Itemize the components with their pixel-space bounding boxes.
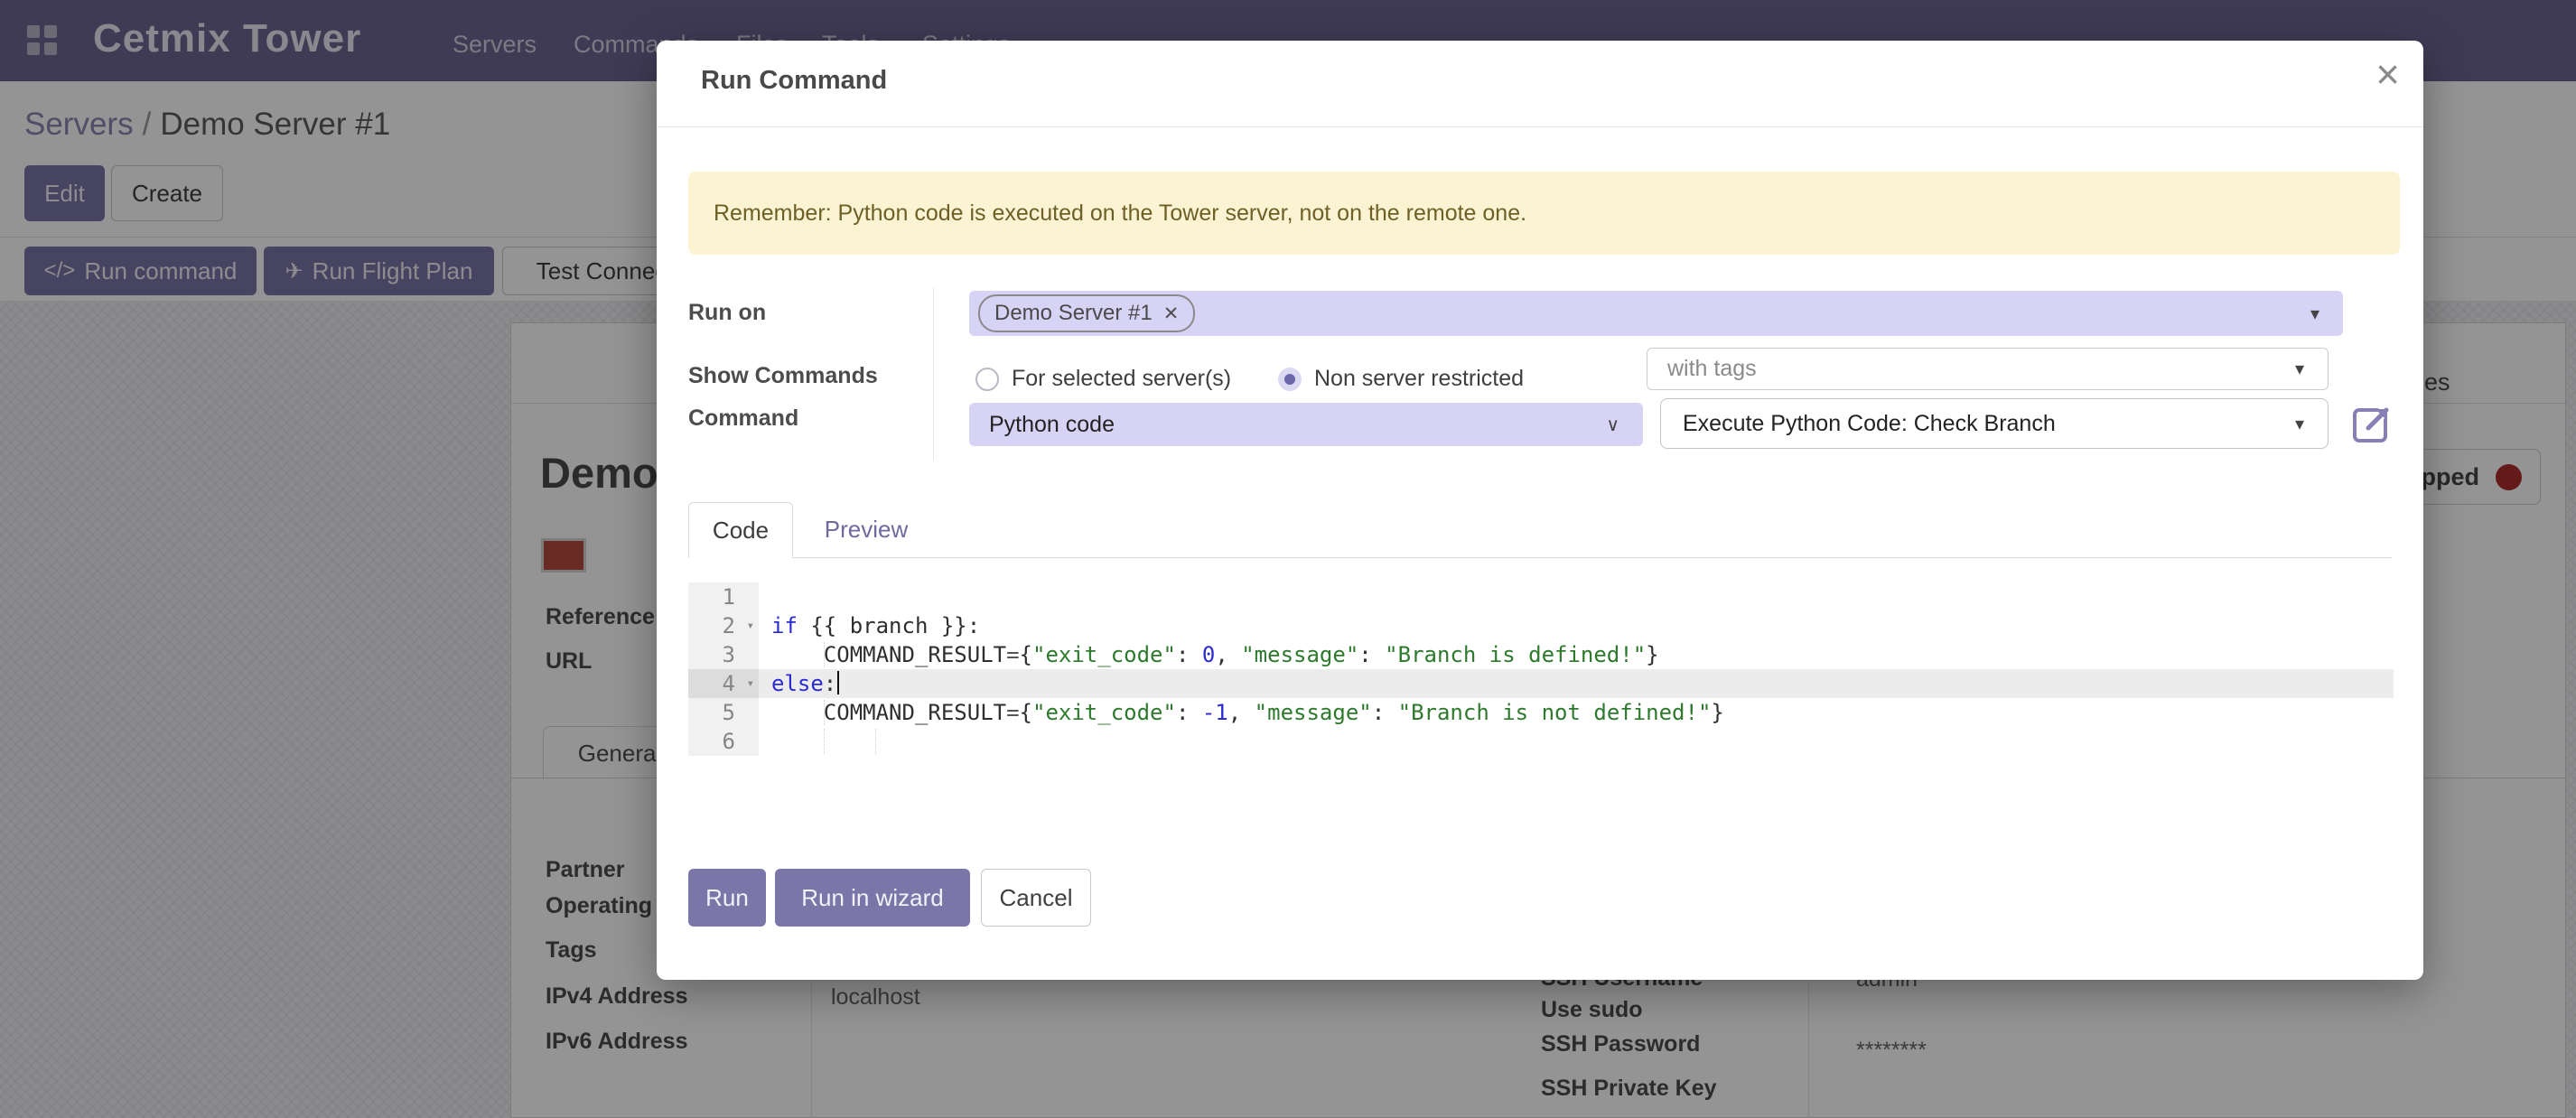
radio-option-non-server-restricted[interactable]: Non server restricted	[1278, 366, 1524, 392]
editor-line: 5 COMMAND_RESULT={"exit_code": -1, "mess…	[688, 698, 2394, 727]
text-cursor	[837, 671, 839, 694]
editor-code-line: COMMAND_RESULT={"exit_code": 0, "message…	[759, 640, 2394, 669]
warning-text: Remember: Python code is executed on the…	[714, 200, 1526, 227]
show-commands-label: Show Commands	[688, 363, 878, 389]
fold-caret-icon[interactable]: ▾	[747, 611, 754, 640]
editor-line-number: 2▾	[688, 611, 759, 640]
editor-line: 2▾if {{ branch }}:	[688, 611, 2394, 640]
cancel-button[interactable]: Cancel	[981, 869, 1091, 927]
radio-option-selected-servers[interactable]: For selected server(s)	[975, 366, 1231, 392]
run-on-label: Run on	[688, 300, 766, 326]
radio-icon[interactable]	[1278, 368, 1302, 391]
tag-remove-icon[interactable]: ✕	[1163, 303, 1180, 325]
indent-guide	[875, 729, 876, 754]
run-button[interactable]: Run	[688, 869, 766, 927]
editor-code-line: else:	[759, 669, 2394, 698]
editor-code-line: COMMAND_RESULT={"exit_code": -1, "messag…	[759, 698, 2394, 727]
editor-line-number: 3	[688, 640, 759, 669]
command-type-value: Python code	[989, 412, 1115, 438]
editor-code-line	[759, 727, 2394, 756]
command-type-select[interactable]: Python code ∨	[969, 403, 1643, 446]
close-icon[interactable]: ×	[2375, 53, 2400, 95]
modal-title: Run Command	[701, 66, 887, 96]
server-tag-label: Demo Server #1	[994, 301, 1153, 326]
command-label: Command	[688, 405, 798, 432]
radio-label[interactable]: For selected server(s)	[1012, 366, 1231, 392]
chevron-down-icon: ▾	[2295, 358, 2304, 380]
command-reference-select[interactable]: Execute Python Code: Check Branch ▾	[1660, 398, 2329, 449]
warning-banner: Remember: Python code is executed on the…	[688, 172, 2400, 255]
form-column-separator	[933, 287, 934, 461]
modal-header-divider	[657, 126, 2423, 127]
radio-icon[interactable]	[975, 368, 999, 391]
editor-line: 1	[688, 582, 2394, 611]
run-command-modal: Run Command × Remember: Python code is e…	[657, 41, 2423, 980]
run-in-wizard-button[interactable]: Run in wizard	[775, 869, 970, 927]
chevron-down-icon: ▾	[2295, 413, 2304, 435]
with-tags-placeholder: with tags	[1667, 356, 1757, 382]
chevron-down-icon: ∨	[1606, 414, 1619, 436]
editor-code-line	[759, 582, 2394, 611]
chevron-down-icon: ▾	[2310, 303, 2319, 325]
editor-line-number: 5	[688, 698, 759, 727]
with-tags-select[interactable]: with tags ▾	[1647, 348, 2329, 390]
editor-line-number: 1	[688, 582, 759, 611]
editor-line-number: 4▾	[688, 669, 759, 698]
run-on-select[interactable]: Demo Server #1 ✕ ▾	[969, 291, 2343, 336]
indent-guide	[824, 700, 825, 725]
editor-code-line: if {{ branch }}:	[759, 611, 2394, 640]
editor-line: 6	[688, 727, 2394, 756]
command-reference-value: Execute Python Code: Check Branch	[1683, 411, 2056, 437]
screen: Cetmix Tower Servers Commands Files Tool…	[0, 0, 2576, 1118]
indent-guide	[824, 729, 825, 754]
external-link-icon[interactable]	[2350, 405, 2392, 446]
tabbar-border	[688, 557, 2392, 558]
fold-caret-icon[interactable]: ▾	[747, 669, 754, 698]
editor-line: 4▾else:	[688, 669, 2394, 698]
editor-line: 3 COMMAND_RESULT={"exit_code": 0, "messa…	[688, 640, 2394, 669]
radio-label[interactable]: Non server restricted	[1314, 366, 1524, 392]
tab-code[interactable]: Code	[688, 502, 793, 558]
editor-line-number: 6	[688, 727, 759, 756]
indent-guide	[824, 642, 825, 667]
server-tag[interactable]: Demo Server #1 ✕	[978, 294, 1195, 332]
tab-preview[interactable]: Preview	[793, 502, 939, 558]
code-editor[interactable]: 12▾if {{ branch }}:3 COMMAND_RESULT={"ex…	[688, 582, 2394, 761]
